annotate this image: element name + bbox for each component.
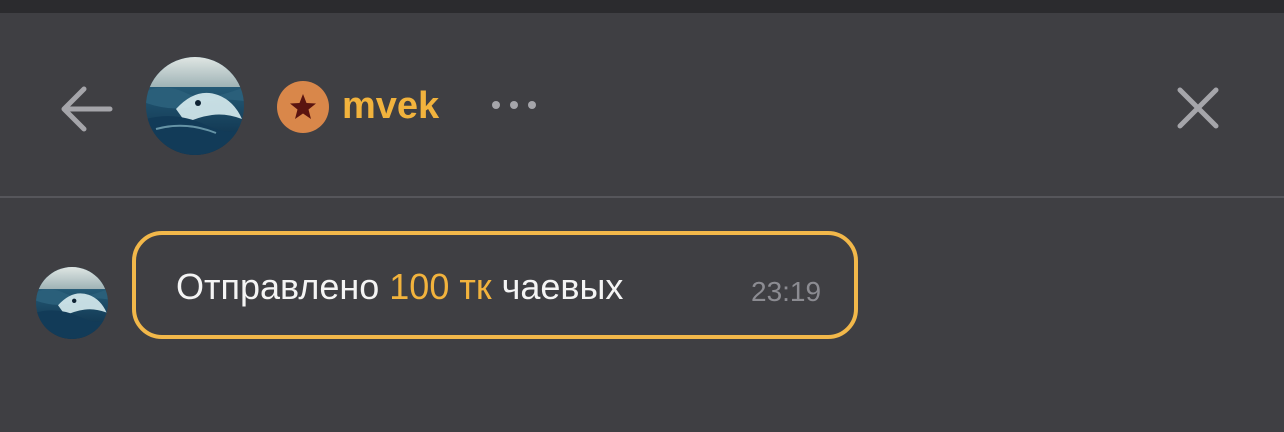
more-button[interactable] <box>486 90 542 120</box>
wave-photo <box>146 57 244 155</box>
username[interactable]: mvek <box>342 82 439 130</box>
message-prefix: Отправлено <box>176 266 380 307</box>
message-text: Отправлено 100 тк чаевых <box>176 267 623 307</box>
arrow-left-icon <box>61 86 113 132</box>
message-suffix: чаевых <box>501 266 624 307</box>
wave-photo <box>36 267 108 339</box>
message-avatar[interactable] <box>36 267 108 339</box>
close-icon <box>1177 87 1219 129</box>
close-button[interactable] <box>1172 82 1224 134</box>
star-icon <box>290 94 316 119</box>
tip-message-bubble[interactable]: Отправлено 100 тк чаевых 23:19 <box>132 231 858 339</box>
user-badge <box>277 81 329 133</box>
date-separator <box>548 182 758 204</box>
user-avatar[interactable] <box>146 57 244 155</box>
tip-amount: 100 тк <box>389 266 492 307</box>
more-horizontal-icon <box>492 101 536 109</box>
back-button[interactable] <box>58 82 116 136</box>
message-time: 23:19 <box>751 276 822 307</box>
top-bar <box>0 0 1284 13</box>
header-divider <box>0 196 1284 198</box>
